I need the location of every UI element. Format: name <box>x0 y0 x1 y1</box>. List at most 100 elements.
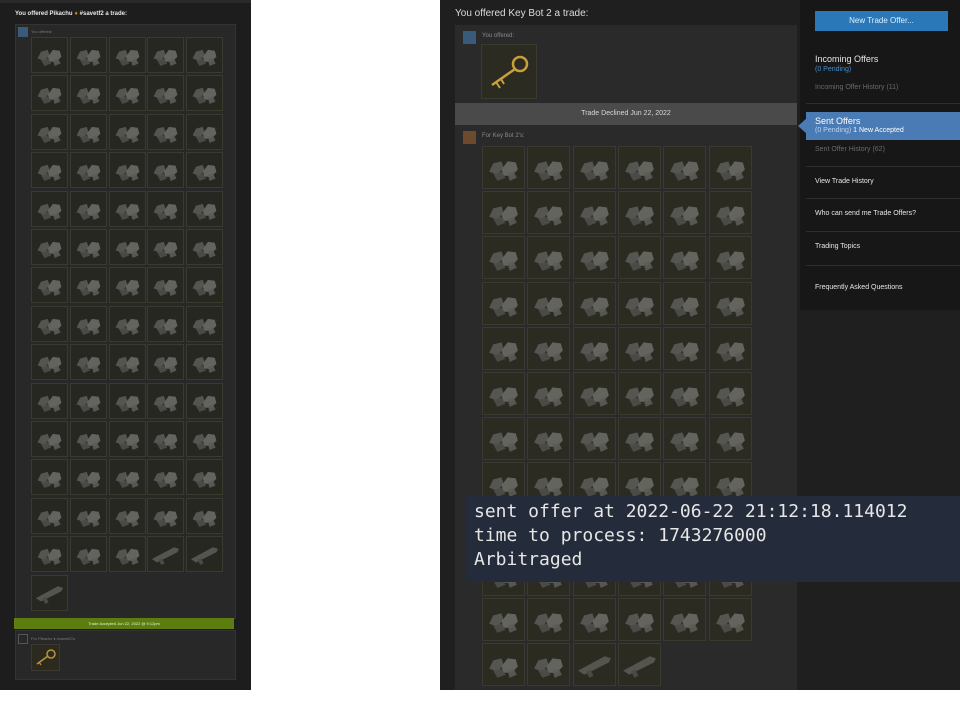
trade-item[interactable] <box>147 536 185 573</box>
trade-item[interactable] <box>147 497 185 534</box>
trade-item[interactable] <box>69 459 107 496</box>
trade-item[interactable] <box>617 191 661 235</box>
trade-item[interactable] <box>482 281 525 325</box>
trade-item[interactable] <box>572 236 616 280</box>
incoming-history-link[interactable]: Incoming Offer History (11) <box>815 84 898 91</box>
trade-item[interactable] <box>186 459 224 496</box>
trade-item[interactable] <box>147 37 185 73</box>
trade-item[interactable] <box>108 344 146 381</box>
trade-item[interactable] <box>69 421 107 457</box>
trade-item[interactable] <box>31 267 68 304</box>
trade-item[interactable] <box>663 326 707 370</box>
trade-item[interactable] <box>572 417 616 461</box>
trade-item[interactable] <box>186 497 224 534</box>
trade-item[interactable] <box>31 536 68 573</box>
trade-item[interactable] <box>708 598 752 641</box>
trade-item[interactable] <box>69 267 107 304</box>
trade-item[interactable] <box>69 497 107 534</box>
trade-item[interactable] <box>708 191 752 235</box>
trade-item[interactable] <box>147 344 185 381</box>
trade-item[interactable] <box>69 344 107 381</box>
trade-item[interactable] <box>31 190 68 227</box>
trade-item[interactable] <box>572 372 616 415</box>
trade-item[interactable] <box>663 146 707 189</box>
trade-item[interactable] <box>482 372 525 415</box>
trade-item[interactable] <box>108 37 146 73</box>
trade-item[interactable] <box>108 267 146 304</box>
trade-item[interactable] <box>708 146 752 189</box>
incoming-offers-link[interactable]: Incoming Offers <box>815 54 878 64</box>
key-item[interactable] <box>31 644 60 671</box>
trade-item[interactable] <box>617 281 661 325</box>
trade-item[interactable] <box>527 326 571 370</box>
trade-item[interactable] <box>572 598 616 641</box>
trade-item[interactable] <box>617 372 661 415</box>
trade-item[interactable] <box>69 536 107 573</box>
trade-item[interactable] <box>482 643 525 687</box>
trade-item[interactable] <box>31 75 68 112</box>
trade-item[interactable] <box>147 152 185 189</box>
trade-item[interactable] <box>108 421 146 457</box>
trade-item[interactable] <box>31 459 68 496</box>
trade-item[interactable] <box>572 281 616 325</box>
trade-item[interactable] <box>186 190 224 227</box>
trade-item[interactable] <box>147 267 185 304</box>
trade-item[interactable] <box>663 598 707 641</box>
trade-item[interactable] <box>108 459 146 496</box>
trade-item[interactable] <box>69 305 107 342</box>
trade-item[interactable] <box>69 113 107 150</box>
trade-item[interactable] <box>31 382 68 419</box>
trade-item[interactable] <box>147 421 185 457</box>
who-can-send-link[interactable]: Who can send me Trade Offers? <box>815 210 916 217</box>
trade-item[interactable] <box>31 113 68 150</box>
trade-item[interactable] <box>527 643 571 687</box>
trade-item[interactable] <box>31 305 68 342</box>
trade-item[interactable] <box>147 113 185 150</box>
trade-item[interactable] <box>617 146 661 189</box>
trade-item[interactable] <box>108 536 146 573</box>
trade-item[interactable] <box>708 281 752 325</box>
trading-topics-link[interactable]: Trading Topics <box>815 243 860 250</box>
trade-item[interactable] <box>147 305 185 342</box>
trade-item[interactable] <box>69 190 107 227</box>
trade-item[interactable] <box>708 236 752 280</box>
trade-item[interactable] <box>69 37 107 73</box>
trade-item[interactable] <box>617 326 661 370</box>
trade-item[interactable] <box>69 382 107 419</box>
trade-item[interactable] <box>482 236 525 280</box>
trade-item[interactable] <box>708 372 752 415</box>
trade-item[interactable] <box>527 146 571 189</box>
trade-item[interactable] <box>186 152 224 189</box>
faq-link[interactable]: Frequently Asked Questions <box>815 284 903 291</box>
trade-item[interactable] <box>186 344 224 381</box>
trade-item[interactable] <box>663 191 707 235</box>
trade-item[interactable] <box>147 75 185 112</box>
trade-item[interactable] <box>31 152 68 189</box>
trade-item[interactable] <box>572 326 616 370</box>
trade-item[interactable] <box>147 459 185 496</box>
trade-item[interactable] <box>527 372 571 415</box>
trade-item[interactable] <box>31 37 68 73</box>
trade-item[interactable] <box>31 574 68 611</box>
trade-item[interactable] <box>108 113 146 150</box>
trade-item[interactable] <box>31 497 68 534</box>
trade-item[interactable] <box>572 643 616 687</box>
trade-item[interactable] <box>482 191 525 235</box>
trade-item[interactable] <box>663 281 707 325</box>
trade-item[interactable] <box>147 229 185 265</box>
trade-item[interactable] <box>108 152 146 189</box>
sent-history-link[interactable]: Sent Offer History (62) <box>815 146 885 153</box>
trade-item[interactable] <box>147 190 185 227</box>
trade-item[interactable] <box>186 382 224 419</box>
new-trade-offer-button[interactable]: New Trade Offer... <box>815 11 948 31</box>
trade-item[interactable] <box>617 236 661 280</box>
trade-item[interactable] <box>108 497 146 534</box>
trade-item[interactable] <box>108 190 146 227</box>
trade-item[interactable] <box>482 326 525 370</box>
trade-item[interactable] <box>186 536 224 573</box>
trade-item[interactable] <box>186 113 224 150</box>
trade-item[interactable] <box>572 191 616 235</box>
trade-item[interactable] <box>31 229 68 265</box>
trade-item[interactable] <box>69 75 107 112</box>
trade-item[interactable] <box>527 281 571 325</box>
